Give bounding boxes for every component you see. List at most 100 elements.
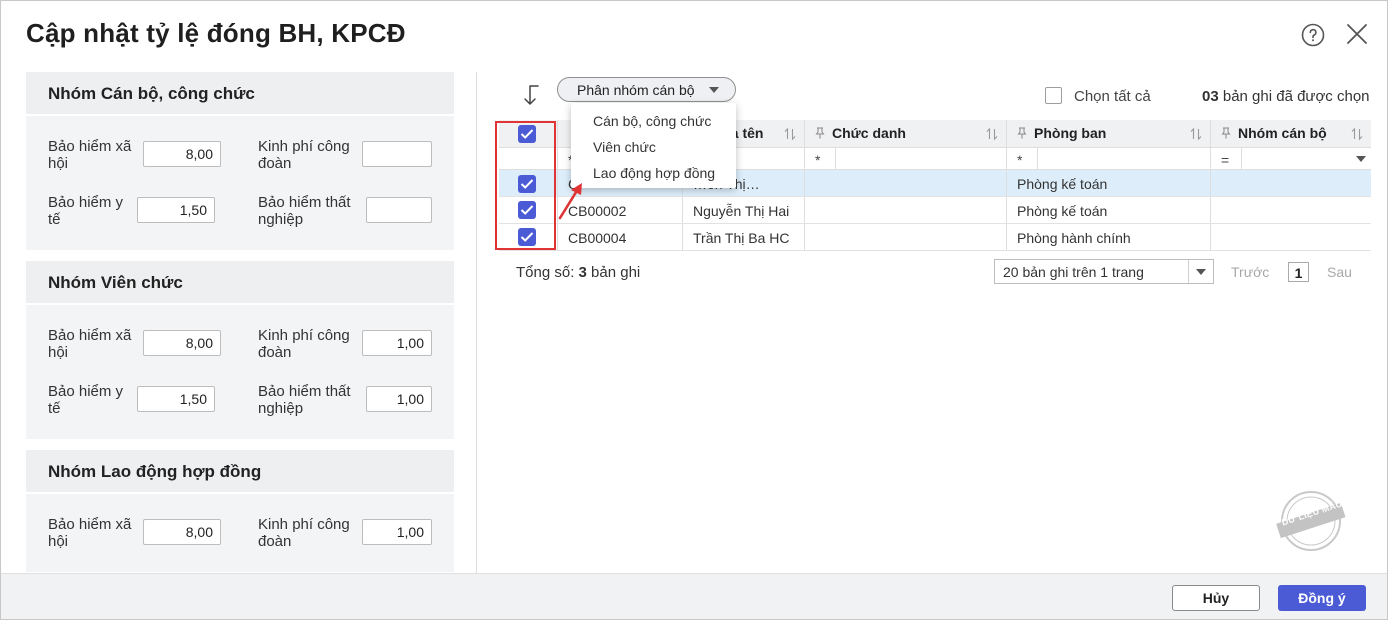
menu-item-civil-servants[interactable]: Cán bộ, công chức	[593, 113, 711, 129]
header-group-label: Nhóm cán bộ	[1238, 125, 1327, 141]
header-group[interactable]: Nhóm cán bộ	[1211, 120, 1371, 147]
header-department-label: Phòng ban	[1034, 125, 1107, 141]
panel-divider	[476, 72, 477, 573]
kpcd-input[interactable]	[362, 141, 432, 167]
select-all-checkbox[interactable]	[1045, 87, 1062, 104]
current-page[interactable]: 1	[1288, 262, 1309, 282]
sort-icon[interactable]	[1351, 127, 1363, 141]
total-suffix: bản ghi	[586, 264, 641, 281]
bhyt-label: Bảo hiểm y tế	[48, 383, 124, 417]
header-department[interactable]: Phòng ban	[1007, 120, 1211, 147]
cell-name: Nguyễn Thị Hai	[683, 197, 805, 223]
selected-count: 03	[1202, 88, 1219, 105]
total-prefix: Tổng số:	[516, 264, 579, 281]
selected-count-text: 03 bản ghi đã được chọn	[1202, 88, 1370, 105]
update-rate-dialog: Cập nhật tỷ lệ đóng BH, KPCĐ Nhóm Cán bộ…	[0, 0, 1388, 620]
total-count: 3	[578, 264, 587, 281]
total-records: Tổng số: 3 bản ghi	[516, 264, 640, 281]
rate-groups-panel: Nhóm Cán bộ, công chức Bảo hiểm xã hội 8…	[26, 72, 454, 572]
cell-department: Phòng kế toán	[1007, 197, 1211, 223]
filter-department[interactable]: *	[1007, 148, 1211, 169]
next-page-button[interactable]: Sau	[1327, 264, 1352, 280]
cell-department: Phòng hành chính	[1007, 224, 1211, 250]
filter-separator	[1241, 148, 1242, 169]
sort-icon[interactable]	[1190, 127, 1202, 141]
bhxh-input[interactable]: 8,00	[143, 141, 221, 167]
bhyt-input[interactable]: 1,50	[137, 197, 215, 223]
dialog-footer: Hủy Đồng ý	[1, 573, 1387, 619]
bhxh-input[interactable]: 8,00	[143, 330, 221, 356]
cell-group	[1211, 224, 1371, 250]
confirm-button[interactable]: Đồng ý	[1278, 585, 1366, 611]
cell-title	[805, 197, 1007, 223]
filter-separator	[1037, 148, 1038, 169]
bhxh-label: Bảo hiểm xã hội	[48, 516, 132, 550]
caret-down-icon	[709, 87, 719, 93]
caret-down-icon[interactable]	[1356, 156, 1366, 162]
kpcd-label: Kinh phí công đoàn	[258, 138, 350, 172]
group-title: Nhóm Lao động hợp đồng	[26, 450, 454, 492]
bhxh-label: Bảo hiểm xã hội	[48, 138, 132, 172]
annotation-arrow-icon	[558, 183, 582, 220]
sort-icon[interactable]	[986, 127, 998, 141]
bhxh-input[interactable]: 8,00	[143, 519, 221, 545]
dialog-title: Cập nhật tỷ lệ đóng BH, KPCĐ	[26, 18, 406, 48]
bhyt-label: Bảo hiểm y tế	[48, 194, 124, 228]
cell-name: Trần Thị Ba HC	[683, 224, 805, 250]
kpcd-label: Kinh phí công đoàn	[258, 516, 350, 550]
header-title[interactable]: Chức danh	[805, 120, 1007, 147]
filter-operator[interactable]: =	[1221, 152, 1229, 168]
selected-count-suffix: bản ghi đã được chọn	[1218, 88, 1370, 105]
group-public-employees: Nhóm Viên chức Bảo hiểm xã hội 8,00 Kinh…	[26, 261, 454, 439]
staff-group-button-label: Phân nhóm cán bộ	[577, 82, 695, 98]
staff-group-menu: Cán bộ, công chức Viên chức Lao động hợp…	[571, 103, 736, 188]
prev-page-button[interactable]: Trước	[1231, 264, 1269, 280]
sort-icon[interactable]	[784, 127, 796, 141]
cell-title	[805, 170, 1007, 196]
select-all-label[interactable]: Chọn tất cả	[1074, 88, 1151, 105]
bhxh-label: Bảo hiểm xã hội	[48, 327, 132, 361]
group-fields: Bảo hiểm xã hội 8,00 Kinh phí công đoàn …	[26, 494, 454, 572]
filter-operator[interactable]: *	[1017, 152, 1022, 168]
group-contract-workers: Nhóm Lao động hợp đồng Bảo hiểm xã hội 8…	[26, 450, 454, 572]
bhtn-label: Bảo hiểm thất nghiệp	[258, 194, 351, 228]
table-row[interactable]: CB00002 Nguyễn Thị Hai Phòng kế toán	[499, 197, 1371, 224]
pin-icon[interactable]	[815, 127, 825, 139]
page-size-select[interactable]: 20 bản ghi trên 1 trang	[994, 259, 1214, 284]
bhyt-input[interactable]: 1,50	[137, 386, 215, 412]
menu-item-contract-workers[interactable]: Lao động hợp đồng	[593, 165, 715, 181]
kpcd-input[interactable]: 1,00	[362, 330, 432, 356]
group-civil-servants: Nhóm Cán bộ, công chức Bảo hiểm xã hội 8…	[26, 72, 454, 250]
caret-down-icon	[1196, 269, 1206, 275]
checkbox-column-highlight	[495, 121, 556, 250]
bhtn-input[interactable]: 1,00	[366, 386, 432, 412]
cell-group	[1211, 197, 1371, 223]
group-fields: Bảo hiểm xã hội 8,00 Kinh phí công đoàn …	[26, 116, 454, 250]
header-title-label: Chức danh	[832, 125, 906, 141]
turn-down-left-arrow-icon[interactable]	[518, 83, 542, 107]
page-size-value: 20 bản ghi trên 1 trang	[1003, 264, 1144, 280]
filter-title[interactable]: *	[805, 148, 1007, 169]
cell-title	[805, 224, 1007, 250]
group-fields: Bảo hiểm xã hội 8,00 Kinh phí công đoàn …	[26, 305, 454, 439]
cell-group	[1211, 170, 1371, 196]
kpcd-input[interactable]: 1,00	[362, 519, 432, 545]
filter-group[interactable]: =	[1211, 148, 1371, 169]
help-icon[interactable]	[1301, 23, 1325, 47]
table-row[interactable]: CB00004 Trần Thị Ba HC Phòng hành chính	[499, 224, 1371, 251]
close-icon[interactable]	[1346, 23, 1368, 45]
kpcd-label: Kinh phí công đoàn	[258, 327, 350, 361]
filter-operator[interactable]: *	[815, 152, 820, 168]
cell-code: CB00004	[558, 224, 683, 250]
cell-department: Phòng kế toán	[1007, 170, 1211, 196]
pin-icon[interactable]	[1017, 127, 1027, 139]
filter-separator	[835, 148, 836, 169]
staff-group-dropdown-button[interactable]: Phân nhóm cán bộ	[557, 77, 736, 102]
select-separator	[1188, 260, 1189, 283]
cancel-button[interactable]: Hủy	[1172, 585, 1260, 611]
bhtn-label: Bảo hiểm thất nghiệp	[258, 383, 351, 417]
pin-icon[interactable]	[1221, 127, 1231, 139]
group-title: Nhóm Cán bộ, công chức	[26, 72, 454, 114]
menu-item-public-employees[interactable]: Viên chức	[593, 139, 656, 155]
bhtn-input[interactable]	[366, 197, 432, 223]
